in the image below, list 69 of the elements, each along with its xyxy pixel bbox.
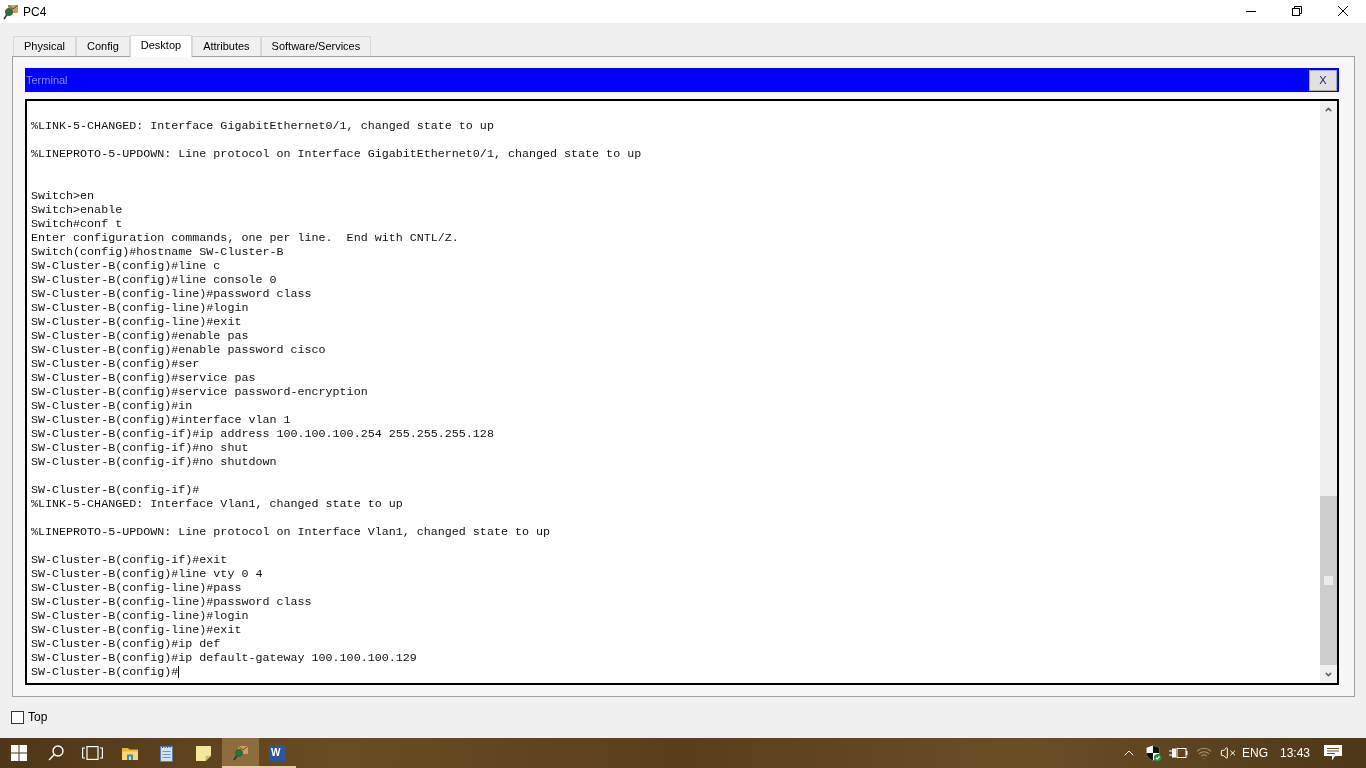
sticky-note-icon (196, 745, 211, 761)
terminal-line: SW-Cluster-B(config)#ip default-gateway 100.100.100.129 (31, 651, 417, 665)
minimize-icon (1246, 10, 1256, 12)
terminal-line: SW-Cluster-B(config-if)#no shutdown (31, 455, 277, 469)
close-icon (1338, 6, 1348, 16)
taskbar-button[interactable] (222, 738, 259, 768)
package-magnifier-icon (3, 3, 19, 20)
terminal-line: SW-Cluster-B(config)#service password-encryption (31, 385, 368, 399)
terminal-line: Switch#conf t (31, 217, 123, 231)
terminal-line: %LINEPROTO-5-UPDOWN: Line protocol on Interface GigabitEthernet0/1, changed state to up (31, 147, 642, 161)
notepad-icon (159, 744, 174, 762)
tab[interactable]: Desktop (129, 35, 193, 57)
terminal-line: SW-Cluster-B(config-if)# (31, 483, 200, 497)
tab[interactable]: Physical (13, 36, 76, 56)
clock[interactable]: 13:43 (1270, 744, 1320, 762)
terminal-line: SW-Cluster-B(config)#enable password cisco (31, 343, 326, 357)
search-icon (47, 745, 64, 761)
text-cursor-icon (178, 666, 180, 678)
language-indicator[interactable]: ENG (1240, 744, 1270, 762)
shield-check-icon[interactable] (1145, 744, 1162, 762)
terminal-line: SW-Cluster-B(config)#line c (31, 259, 221, 273)
speaker-muted-icon[interactable] (1220, 745, 1236, 761)
scrollbar-thumb[interactable] (1320, 496, 1337, 665)
terminal-line: SW-Cluster-B(config-line)#login (31, 609, 249, 623)
restore-icon (1292, 6, 1302, 16)
terminal-line: SW-Cluster-B(config-line)#password class (31, 287, 312, 301)
task-view-icon (82, 746, 103, 760)
terminal-line: %LINK-5-CHANGED: Interface GigabitEthernet0/1, changed state to up (31, 119, 494, 133)
folder-icon (120, 745, 139, 761)
terminal-line: SW-Cluster-B(config-if)#no shut (31, 441, 249, 455)
terminal-line: SW-Cluster-B(config-line)#login (31, 301, 249, 315)
terminal-line: SW-Cluster-B(config)#in (31, 399, 193, 413)
terminal-line: Switch>enable (31, 203, 123, 217)
terminal-line: SW-Cluster-B(config-line)#exit (31, 315, 242, 329)
windows-logo-icon (10, 745, 27, 761)
notification-icon[interactable] (1324, 745, 1342, 761)
terminal-line: Switch>en (31, 189, 95, 203)
tab[interactable]: Attributes (192, 36, 261, 56)
chevron-down-icon (1324, 670, 1333, 679)
terminal-line: SW-Cluster-B(config)# (31, 665, 179, 679)
terminal-line: SW-Cluster-B(config)#ip def (31, 637, 221, 651)
tab[interactable]: Software/Services (260, 36, 372, 56)
terminal-line: SW-Cluster-B(config)#ser (31, 357, 200, 371)
terminal-line: SW-Cluster-B(config)#enable pas (31, 329, 249, 343)
top-checkbox[interactable] (11, 711, 24, 724)
terminal-line: Enter configuration commands, one per line. End with CNTL/Z. (31, 231, 459, 245)
terminal-line: %LINK-5-CHANGED: Interface Vlan1, changed state to up (31, 497, 403, 511)
app-logo: W (269, 745, 286, 761)
wifi-icon[interactable] (1195, 745, 1212, 761)
terminal-line: SW-Cluster-B(config)#line console 0 (31, 273, 277, 287)
tab[interactable]: Config (75, 36, 130, 56)
taskbar-button[interactable]: W (259, 738, 296, 768)
battery-plug-icon[interactable] (1169, 748, 1188, 758)
terminal-close-button[interactable]: X (1309, 69, 1337, 91)
terminal-line: %LINEPROTO-5-UPDOWN: Line protocol on Interface Vlan1, changed state to up (31, 525, 550, 539)
terminal-line: SW-Cluster-B(config)#interface vlan 1 (31, 413, 291, 427)
terminal-line: Switch(config)#hostname SW-Cluster-B (31, 245, 284, 259)
checkbox-label: Top (28, 711, 48, 724)
package-magnifier-icon (232, 745, 249, 761)
terminal-line: SW-Cluster-B(config-line)#exit (31, 623, 242, 637)
terminal-line: SW-Cluster-B(config-line)#password class (31, 595, 312, 609)
terminal-title: Terminal (25, 72, 68, 88)
window-title: PC4 (23, 3, 47, 21)
terminal-line: SW-Cluster-B(config)#service pas (31, 371, 256, 385)
terminal-line: SW-Cluster-B(config)#line vty 0 4 (31, 567, 263, 581)
terminal-line: SW-Cluster-B(config-if)#ip address 100.100.100.254 255.255.255.128 (31, 427, 494, 441)
terminal-line: SW-Cluster-B(config-line)#pass (31, 581, 242, 595)
terminal-line: SW-Cluster-B(config-if)#exit (31, 553, 228, 567)
chevron-up-icon (1324, 105, 1333, 114)
